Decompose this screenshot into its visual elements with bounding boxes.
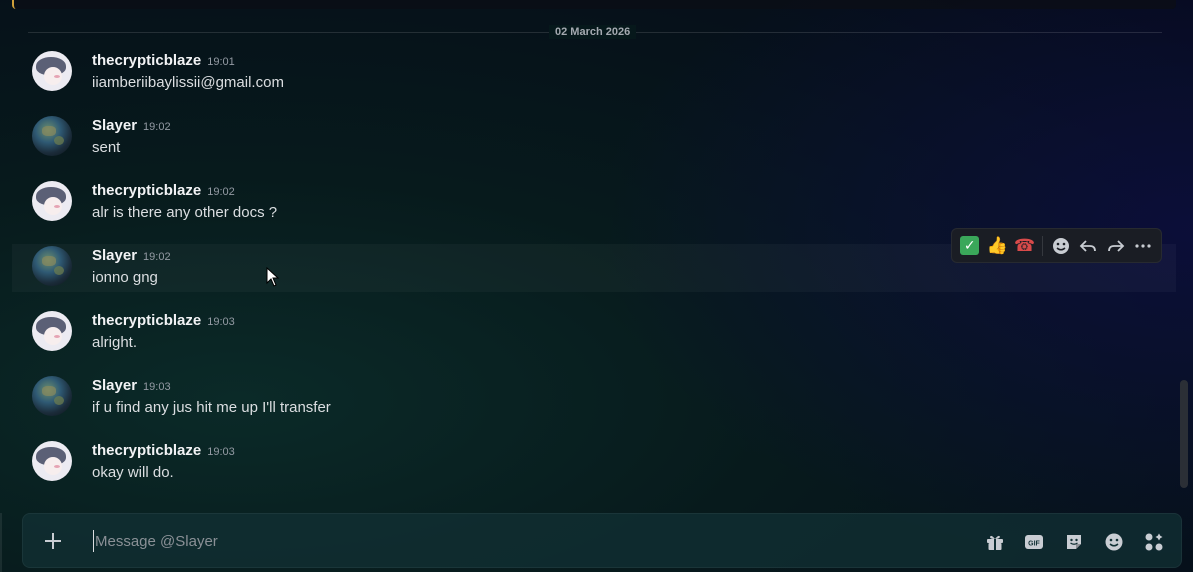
avatar[interactable] xyxy=(32,181,72,221)
reply-icon[interactable] xyxy=(1075,232,1102,260)
message-item[interactable]: Slayer 19:02 sent xyxy=(12,114,1176,162)
message-item[interactable]: Slayer 19:03 if u find any jus hit me up … xyxy=(12,374,1176,422)
message-text: okay will do. xyxy=(92,464,174,481)
message-hover-toolbar: ✓ 👍 ☎ xyxy=(951,228,1162,263)
message-text: if u find any jus hit me up I'll transfe… xyxy=(92,399,331,416)
username[interactable]: Slayer xyxy=(92,247,137,264)
svg-text:GIF: GIF xyxy=(1028,541,1040,548)
more-icon[interactable] xyxy=(1130,232,1157,260)
avatar[interactable] xyxy=(32,51,72,91)
toolbar-divider xyxy=(1042,235,1044,256)
avatar[interactable] xyxy=(32,311,72,351)
username[interactable]: Slayer xyxy=(92,377,137,394)
date-divider: 02 March 2026 xyxy=(549,25,637,39)
gif-icon[interactable]: GIF xyxy=(1023,531,1045,553)
username-line[interactable]: thecrypticblaze 19:03 xyxy=(92,442,235,461)
gift-icon[interactable] xyxy=(984,531,1006,553)
avatar[interactable] xyxy=(32,376,72,416)
timestamp: 19:01 xyxy=(207,56,235,68)
username-line[interactable]: Slayer 19:02 xyxy=(92,117,171,136)
message-item[interactable]: thecrypticblaze 19:03 alright. xyxy=(12,309,1176,357)
timestamp: 19:03 xyxy=(143,381,171,393)
username-line[interactable]: thecrypticblaze 19:01 xyxy=(92,52,235,71)
timestamp: 19:03 xyxy=(207,316,235,328)
message-text: alright. xyxy=(92,334,138,351)
username[interactable]: Slayer xyxy=(92,117,137,134)
avatar[interactable] xyxy=(32,246,72,286)
sidebar-edge xyxy=(0,513,2,572)
message-item[interactable]: thecrypticblaze 19:02 alr is there any ot… xyxy=(12,179,1176,227)
message-text: alr is there any other docs ? xyxy=(92,204,278,221)
reaction-check-mark-button[interactable]: ✓ xyxy=(956,232,983,260)
sticker-icon[interactable] xyxy=(1063,531,1085,553)
timestamp: 19:02 xyxy=(207,186,235,198)
username[interactable]: thecrypticblaze xyxy=(92,52,201,69)
message-composer: GIF xyxy=(22,513,1182,568)
username-line[interactable]: thecrypticblaze 19:03 xyxy=(92,312,235,331)
username-line[interactable]: Slayer 19:02 xyxy=(92,247,171,266)
username-line[interactable]: thecrypticblaze 19:02 xyxy=(92,182,235,201)
upload-plus-button[interactable] xyxy=(41,529,65,553)
emoji-icon[interactable] xyxy=(1103,531,1125,553)
apps-icon[interactable] xyxy=(1143,531,1165,553)
message-item[interactable]: thecrypticblaze 19:01 iiamberiibaylissii@… xyxy=(12,49,1176,97)
reaction-telephone-button[interactable]: ☎ xyxy=(1011,232,1038,260)
forward-icon[interactable] xyxy=(1102,232,1129,260)
message-text: iiamberiibaylissii@gmail.com xyxy=(92,74,284,91)
message-input[interactable] xyxy=(93,530,953,552)
reaction-thumbs-up-button[interactable]: 👍 xyxy=(983,232,1010,260)
avatar[interactable] xyxy=(32,116,72,156)
scrollbar-thumb[interactable] xyxy=(1180,380,1188,488)
timestamp: 19:02 xyxy=(143,121,171,133)
username[interactable]: thecrypticblaze xyxy=(92,312,201,329)
message-text: ionno gng xyxy=(92,269,158,286)
message-text: sent xyxy=(92,139,121,156)
avatar[interactable] xyxy=(32,441,72,481)
username[interactable]: thecrypticblaze xyxy=(92,182,201,199)
add-reaction-icon[interactable] xyxy=(1047,232,1074,260)
previous-message-edge xyxy=(12,0,1176,9)
username-line[interactable]: Slayer 19:03 xyxy=(92,377,171,396)
message-item[interactable]: thecrypticblaze 19:03 okay will do. xyxy=(12,439,1176,487)
timestamp: 19:03 xyxy=(207,446,235,458)
username[interactable]: thecrypticblaze xyxy=(92,442,201,459)
timestamp: 19:02 xyxy=(143,251,171,263)
